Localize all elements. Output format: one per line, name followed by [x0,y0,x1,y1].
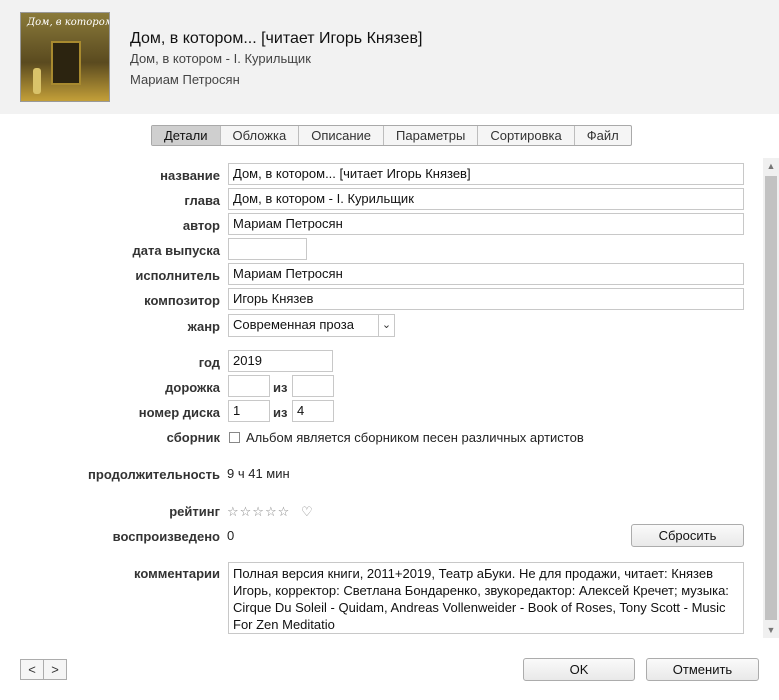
compilation-label: сборник [166,430,220,445]
heart-icon[interactable]: ♡ [301,504,313,520]
plays-label: воспроизведено [112,529,220,544]
tab-description[interactable]: Описание [299,126,385,145]
cancel-button[interactable]: Отменить [646,658,759,681]
release-date-field[interactable] [228,238,307,260]
cover-figure [33,68,41,94]
genre-value: Современная проза [233,317,354,332]
tab-sorting[interactable]: Сортировка [478,126,575,145]
header-subtitle: Дом, в котором - I. Курильщик [130,51,311,66]
cover-text: Дом, в котором... [27,17,109,28]
track-of-label: из [273,380,288,395]
year-field[interactable]: 2019 [228,350,333,372]
track-number-field[interactable] [228,375,270,397]
author-field[interactable]: Мариам Петросян [228,213,744,235]
rating-label: рейтинг [169,504,220,519]
disc-of-label: из [273,405,288,420]
reset-button[interactable]: Сбросить [631,524,744,547]
disc-number-field[interactable]: 1 [228,400,270,422]
tab-options[interactable]: Параметры [384,126,479,145]
year-label: год [198,355,220,370]
genre-select[interactable]: Современная проза ⌄ [228,314,395,337]
name-label: название [160,168,220,183]
next-item-button[interactable]: > [43,659,67,680]
scroll-thumb[interactable] [765,176,777,620]
author-label: автор [182,218,220,233]
compilation-checkbox[interactable] [229,432,240,443]
tab-file[interactable]: Файл [575,126,631,145]
tab-details[interactable]: Детали [152,126,221,145]
previous-item-button[interactable]: < [20,659,44,680]
performer-label: исполнитель [135,268,220,283]
comments-label: комментарии [134,566,220,581]
chevron-down-icon[interactable]: ⌄ [378,315,394,336]
tab-bar: Детали Обложка Описание Параметры Сортир… [151,125,632,146]
duration-value: 9 ч 41 мин [227,466,290,481]
header: Дом, в котором... Дом, в котором... [чит… [0,0,779,114]
ok-button[interactable]: OK [523,658,635,681]
chapter-field[interactable]: Дом, в котором - I. Курильщик [228,188,744,210]
composer-field[interactable]: Игорь Князев [228,288,744,310]
scrollbar[interactable]: ▲ ▼ [763,158,779,638]
scroll-up-icon[interactable]: ▲ [763,158,779,174]
cover-doorway [51,41,81,85]
track-total-field[interactable] [292,375,334,397]
comments-field[interactable]: Полная версия книги, 2011+2019, Театр аБ… [228,562,744,634]
header-title: Дом, в котором... [читает Игорь Князев] [130,30,423,47]
duration-label: продолжительность [88,467,220,482]
disc-label: номер диска [138,405,220,420]
compilation-checkbox-text[interactable]: Альбом является сборником песен различны… [246,430,584,445]
name-field[interactable]: Дом, в котором... [читает Игорь Князев] [228,163,744,185]
chapter-label: глава [184,193,220,208]
release-date-label: дата выпуска [132,243,220,258]
tab-artwork[interactable]: Обложка [221,126,300,145]
scroll-down-icon[interactable]: ▼ [763,622,779,638]
genre-label: жанр [187,319,220,334]
album-cover: Дом, в котором... [20,12,110,102]
rating-stars[interactable]: ☆☆☆☆☆ [227,504,290,520]
plays-value: 0 [227,528,235,543]
header-artist: Мариам Петросян [130,72,240,87]
performer-field[interactable]: Мариам Петросян [228,263,744,285]
composer-label: композитор [144,293,220,308]
disc-total-field[interactable]: 4 [292,400,334,422]
track-label: дорожка [165,380,220,395]
item-navigation: < > [20,659,67,680]
